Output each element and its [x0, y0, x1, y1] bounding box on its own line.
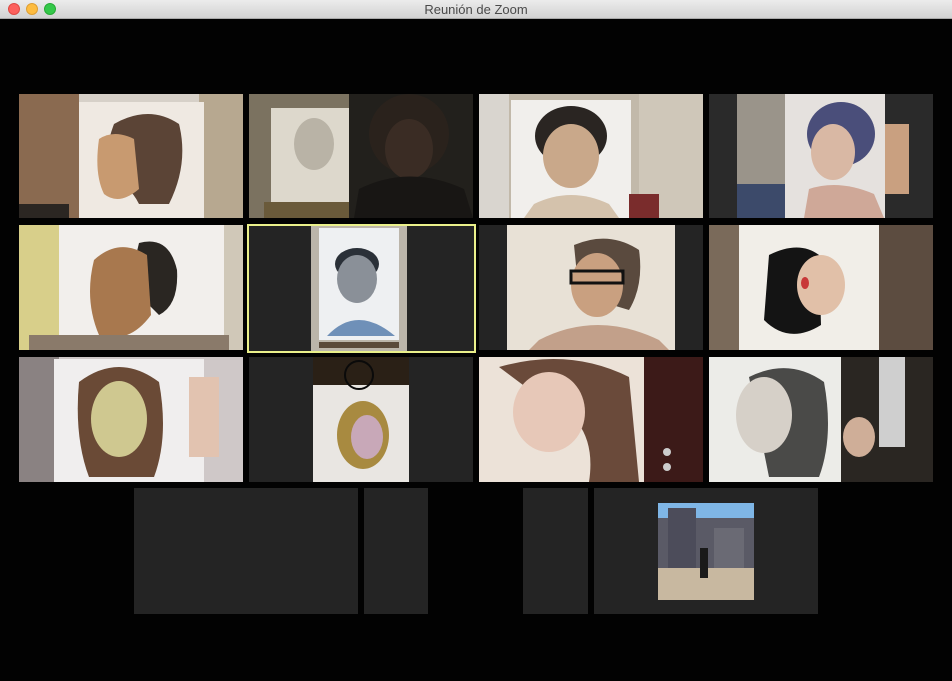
participant-video-tile[interactable] [709, 357, 933, 482]
window-title: Reunión de Zoom [424, 2, 528, 17]
participant-video [479, 94, 703, 218]
participant-video [709, 94, 933, 218]
participant-video-tile-active-speaker[interactable] [247, 224, 476, 353]
participant-video [709, 357, 933, 482]
participant-tile-camera-off[interactable] [134, 488, 358, 614]
participant-video [19, 357, 243, 482]
participant-video-tile[interactable] [19, 94, 243, 218]
participant-tile-camera-off[interactable] [364, 488, 428, 614]
participant-video-tile[interactable] [249, 94, 473, 218]
participant-video-tile[interactable] [19, 357, 243, 482]
participant-video-tile[interactable] [19, 225, 243, 350]
participant-video-tile[interactable] [479, 357, 703, 482]
participant-video [19, 94, 243, 218]
participant-video-tile[interactable] [709, 225, 933, 350]
participant-video-tile[interactable] [249, 357, 473, 482]
participant-video [709, 225, 933, 350]
participant-video [19, 225, 243, 350]
participant-video-tile[interactable] [479, 94, 703, 218]
participant-video-tile[interactable] [479, 225, 703, 350]
participant-profile-photo [594, 488, 818, 614]
title-bar: Reunión de Zoom [0, 0, 952, 19]
participant-tile-profile-photo[interactable] [594, 488, 818, 614]
participant-video [249, 357, 473, 482]
participant-video [247, 224, 476, 353]
participant-video [249, 94, 473, 218]
zoom-window: Reunión de Zoom [0, 0, 952, 681]
participant-video [479, 225, 703, 350]
participant-video-tile[interactable] [709, 94, 933, 218]
participant-video [479, 357, 703, 482]
participant-tile-camera-off[interactable] [523, 488, 588, 614]
